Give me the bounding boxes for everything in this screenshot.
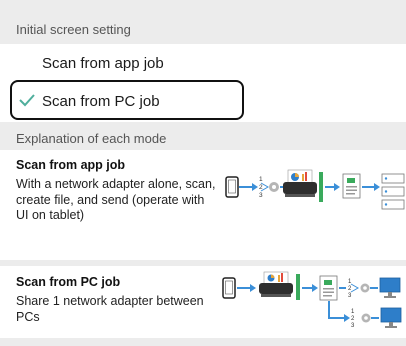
label-3: 3: [351, 323, 355, 329]
mode-title: Scan from PC job: [16, 275, 121, 289]
scanner-icon: [283, 169, 317, 197]
document-icon: [342, 173, 361, 199]
label-2: 2: [348, 286, 352, 292]
pc-job-diagram: 1 2 3 1 2 3: [218, 268, 406, 336]
scanner-icon: [259, 271, 293, 297]
tablet-icon: [225, 176, 239, 198]
label-3: 3: [348, 293, 352, 299]
diagram-number-labels: 1 2 3 1 2 3: [348, 279, 355, 329]
label-1: 1: [351, 309, 355, 315]
monitor-icon: [379, 277, 402, 328]
tablet-icon: [222, 277, 236, 299]
app-job-diagram: 1 2 3: [218, 156, 406, 226]
mode-description: With a network adapter alone, scan, crea…: [16, 177, 216, 222]
focus-highlight: [10, 80, 244, 120]
list-icon: [381, 173, 405, 210]
mode-scan-from-app-job: Scan from app job With a network adapter…: [0, 150, 406, 260]
adapter-icon: [360, 283, 371, 323]
explanation-header: Explanation of each mode: [16, 131, 167, 146]
adapter-icon: [269, 182, 279, 192]
label-1: 1: [259, 176, 263, 183]
mode-title: Scan from app job: [16, 158, 126, 172]
option-label: Scan from app job: [42, 54, 164, 72]
label-2: 2: [351, 316, 355, 322]
option-scan-from-app-job[interactable]: Scan from app job: [0, 44, 406, 82]
label-3: 3: [259, 192, 263, 199]
initial-screen-setting-header: Initial screen setting: [16, 22, 131, 37]
mode-description: Share 1 network adapter between PCs: [16, 294, 204, 324]
diagram-number-labels: 1 2 3: [259, 176, 263, 199]
document-icon: [319, 275, 338, 301]
mode-scan-from-pc-job: Scan from PC job Share 1 network adapter…: [0, 266, 406, 338]
